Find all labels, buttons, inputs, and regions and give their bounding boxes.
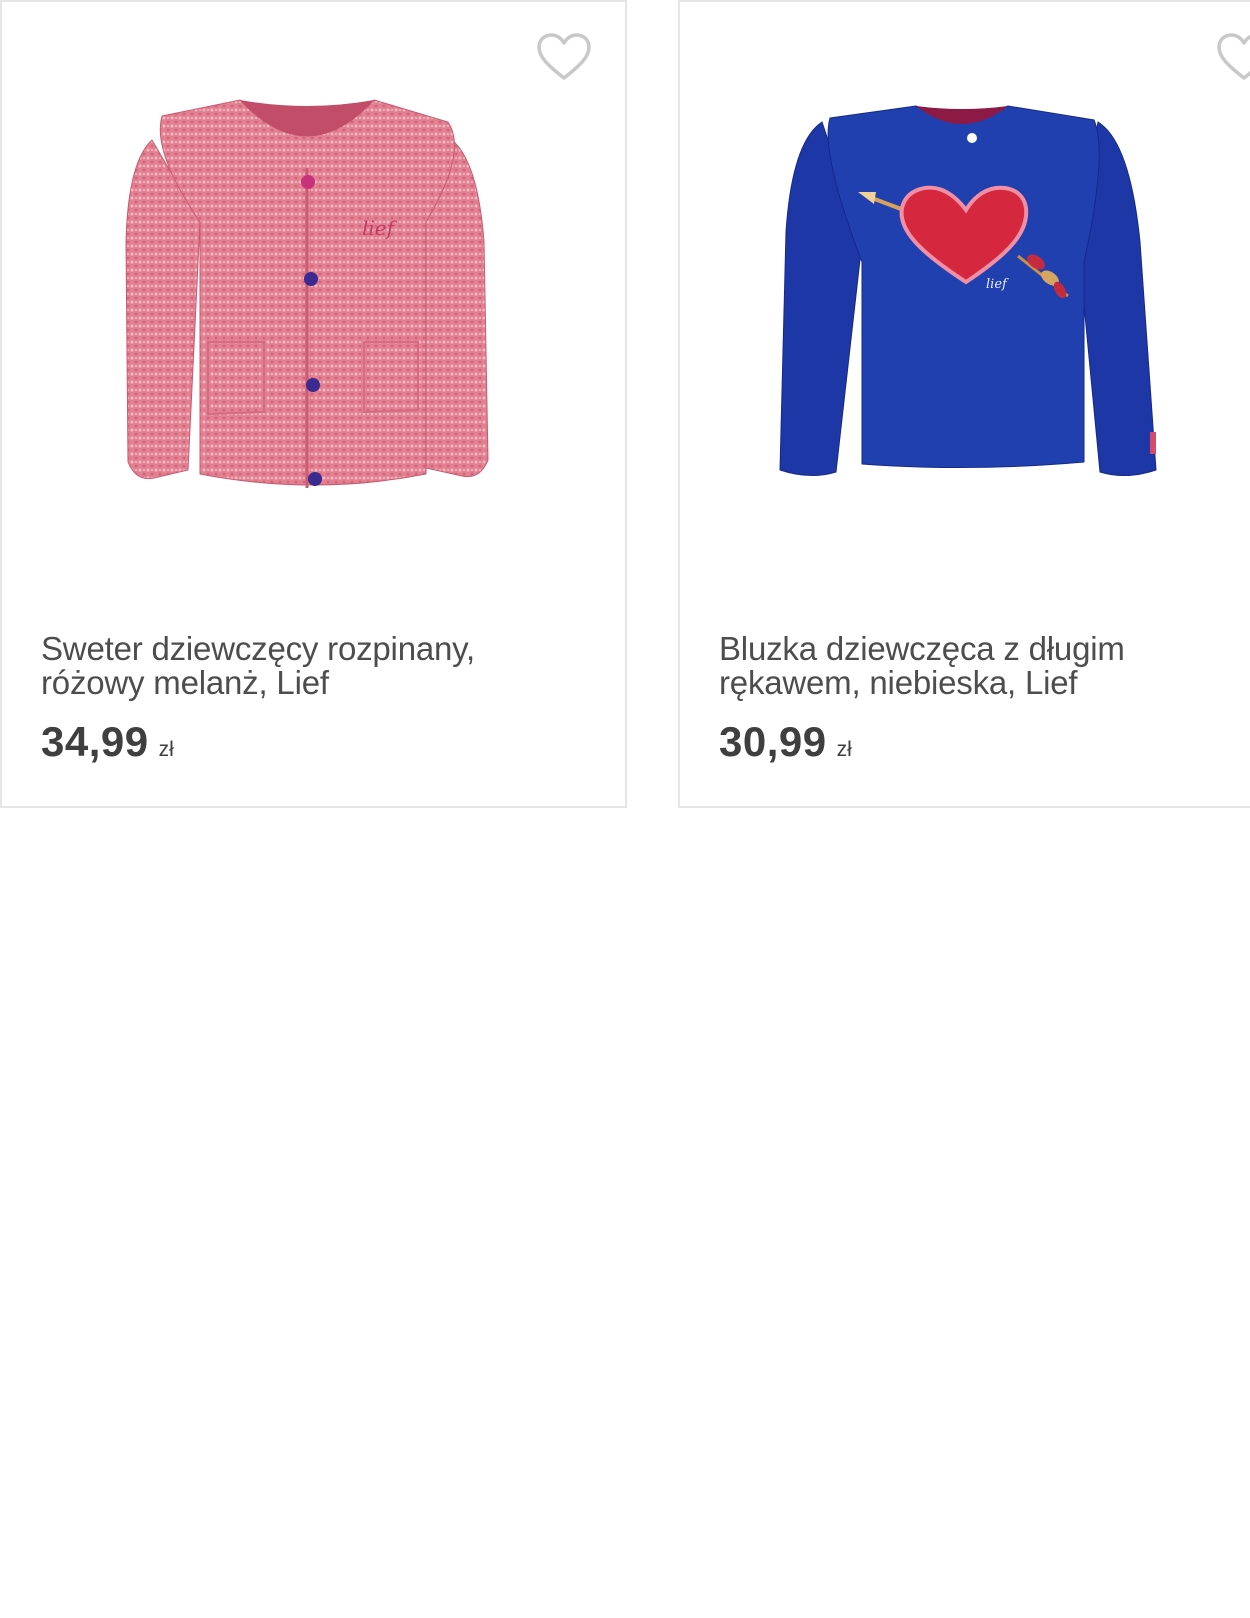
brand-logo-print: lief (986, 277, 1009, 292)
favorite-heart-icon[interactable] (536, 32, 592, 82)
product-card[interactable]: lief Bluzka dziewczęca z długim rękawem,… (678, 0, 1250, 808)
product-title[interactable]: Bluzka dziewczęca z długim rękawem, nieb… (719, 632, 1250, 700)
product-image-sweater[interactable]: lief (2, 92, 625, 522)
product-price: 30,99 zł (719, 718, 852, 766)
product-price: 34,99 zł (41, 718, 174, 766)
brand-logo-embroidery: lief (362, 216, 398, 240)
product-image-blouse[interactable]: lief (680, 92, 1250, 522)
product-card[interactable]: lief Sweter dziewczęcy rozpinany, różowy… (0, 0, 627, 808)
price-currency: zł (158, 738, 174, 761)
price-currency: zł (836, 738, 852, 761)
product-title[interactable]: Sweter dziewczęcy rozpinany, różowy mela… (41, 632, 581, 700)
price-amount: 34,99 (41, 718, 149, 765)
price-amount: 30,99 (719, 718, 827, 765)
favorite-heart-icon[interactable] (1216, 32, 1250, 82)
